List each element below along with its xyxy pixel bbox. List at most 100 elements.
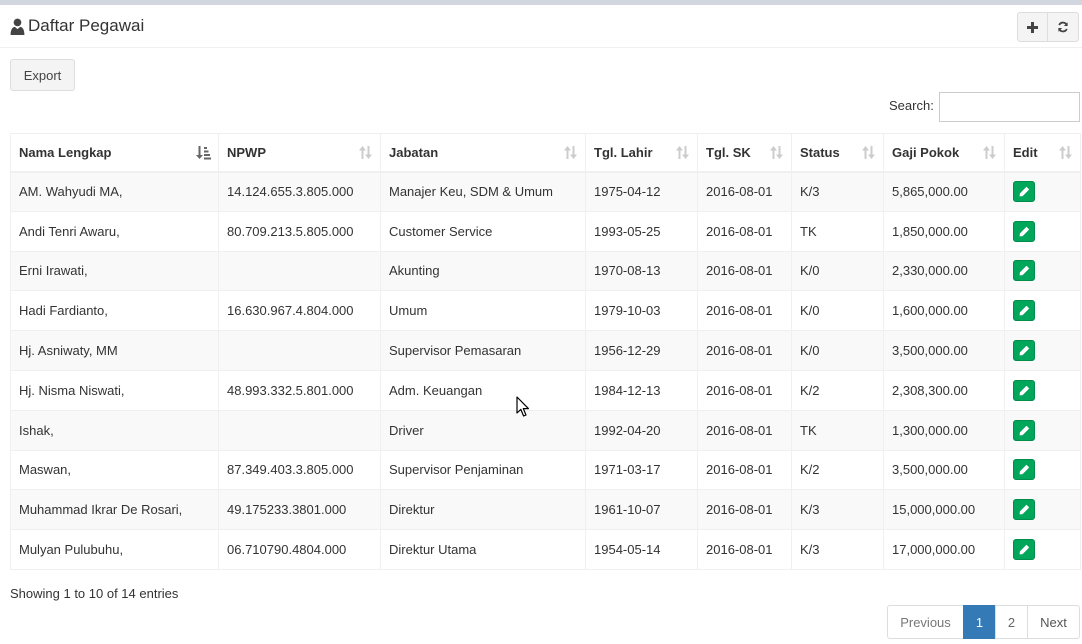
previous-button[interactable]: Previous (887, 605, 964, 639)
table-cell: Driver (380, 409, 586, 451)
table-cell: 1970-08-13 (585, 250, 698, 292)
sort-icon (359, 146, 372, 159)
table-cell-edit (1004, 250, 1081, 292)
table-cell: Supervisor Penjaminan (380, 449, 586, 491)
page-title: Daftar Pegawai (28, 16, 145, 35)
page-1-button[interactable]: 1 (963, 605, 996, 639)
sort-icon (862, 146, 875, 159)
table-cell: 2,330,000.00 (883, 250, 1005, 292)
table-cell-edit (1004, 210, 1081, 252)
table-cell: Customer Service (380, 210, 586, 252)
column-header-status[interactable]: Status (791, 133, 884, 173)
table-cell: TK (791, 210, 884, 252)
edit-button[interactable] (1013, 379, 1035, 401)
table-cell-edit (1004, 529, 1081, 570)
table-cell: 2016-08-01 (697, 409, 792, 451)
table-cell: 2016-08-01 (697, 449, 792, 491)
table-row: Maswan, 87.349.403.3.805.000 Supervisor Pe… (10, 449, 1081, 491)
table-row: Hj. Nisma Niswati, 48.993.332.5.801.000 Ad… (10, 369, 1081, 411)
table-cell: Maswan, (10, 449, 219, 491)
table-cell: K/3 (791, 529, 884, 570)
table-cell: 1,850,000.00 (883, 210, 1005, 252)
edit-button[interactable] (1013, 459, 1035, 481)
table-row: Hj. Asniwaty, MM Supervisor Pemasaran 1956… (10, 330, 1081, 371)
sort-icon (770, 146, 783, 159)
table-cell: 1954-05-14 (585, 529, 698, 570)
column-header-label: Tgl. Lahir (594, 144, 653, 160)
table-cell (218, 330, 381, 371)
table-cell-edit (1004, 290, 1081, 332)
column-header-jabatan[interactable]: Jabatan (380, 133, 586, 173)
box-header: Daftar Pegawai (0, 5, 1082, 48)
table-info: Showing 1 to 10 of 14 entries (10, 586, 179, 601)
table-row: Mulyan Pulubuhu, 06.710790.4804.000 Direkt… (10, 529, 1081, 570)
table-cell: 16.630.967.4.804.000 (218, 290, 381, 332)
mouse-cursor-icon (516, 396, 529, 417)
edit-button[interactable] (1013, 539, 1035, 561)
table-cell: 2,308,300.00 (883, 369, 1005, 411)
table-cell: Supervisor Pemasaran (380, 330, 586, 371)
edit-button[interactable] (1013, 300, 1035, 322)
edit-button[interactable] (1013, 340, 1035, 362)
table-header-row: Nama Lengkap NPWP Jabatan Tgl. Lahir Tgl. SK… (10, 133, 1081, 173)
table-cell: 1979-10-03 (585, 290, 698, 332)
next-button[interactable]: Next (1027, 605, 1080, 639)
page-2-button[interactable]: 2 (995, 605, 1028, 639)
table-cell: Akunting (380, 250, 586, 292)
column-header-label: NPWP (227, 144, 266, 160)
edit-button[interactable] (1013, 181, 1035, 203)
sort-icon (1059, 146, 1072, 159)
table-cell-edit (1004, 171, 1081, 212)
pencil-icon (1019, 345, 1029, 356)
table-row: Andi Tenri Awaru, 80.709.213.5.805.000 Cus… (10, 210, 1081, 252)
table-cell: 2016-08-01 (697, 529, 792, 570)
column-header-nama-lengkap[interactable]: Nama Lengkap (10, 133, 219, 173)
table-cell: Andi Tenri Awaru, (10, 210, 219, 252)
column-header-label: Tgl. SK (706, 144, 751, 160)
table-cell: 17,000,000.00 (883, 529, 1005, 570)
table-cell: AM. Wahyudi MA, (10, 171, 219, 212)
column-header-gaji-pokok[interactable]: Gaji Pokok (883, 133, 1005, 173)
add-button[interactable] (1017, 12, 1048, 42)
table-cell (218, 409, 381, 451)
table-cell: Direktur Utama (380, 529, 586, 570)
table-cell: Manajer Keu, SDM & Umum (380, 171, 586, 212)
table-cell: 2016-08-01 (697, 171, 792, 212)
table-cell: 1993-05-25 (585, 210, 698, 252)
table-cell-edit (1004, 369, 1081, 411)
table-row: Muhammad Ikrar De Rosari, 49.175233.3801.… (10, 489, 1081, 531)
pencil-icon (1019, 425, 1029, 436)
table-cell: 1956-12-29 (585, 330, 698, 371)
pencil-icon (1019, 385, 1029, 396)
edit-button[interactable] (1013, 419, 1035, 441)
edit-button[interactable] (1013, 499, 1035, 521)
edit-button[interactable] (1013, 220, 1035, 242)
column-header-label: Nama Lengkap (19, 144, 112, 160)
column-header-label: Jabatan (389, 144, 439, 160)
box-tools (1017, 12, 1079, 42)
plus-icon (1027, 21, 1038, 33)
table-cell: 1,300,000.00 (883, 409, 1005, 451)
pencil-icon (1019, 186, 1029, 197)
table-cell: 2016-08-01 (697, 210, 792, 252)
column-header-tgl-lahir[interactable]: Tgl. Lahir (585, 133, 698, 173)
sort-icon (676, 146, 689, 159)
column-header-label: Gaji Pokok (892, 144, 960, 160)
pencil-icon (1019, 266, 1029, 276)
table-cell: 14.124.655.3.805.000 (218, 171, 381, 212)
table-cell: Umum (380, 290, 586, 332)
search-input[interactable] (939, 92, 1080, 122)
table-cell: Hj. Asniwaty, MM (10, 330, 219, 371)
table-cell: K/3 (791, 171, 884, 212)
sort-asc-icon (196, 146, 211, 160)
column-header-tgl-sk[interactable]: Tgl. SK (697, 133, 792, 173)
table-cell-edit (1004, 489, 1081, 531)
refresh-button[interactable] (1048, 12, 1079, 42)
table-cell: 3,500,000.00 (883, 330, 1005, 371)
table-cell: 87.349.403.3.805.000 (218, 449, 381, 491)
column-header-npwp[interactable]: NPWP (218, 133, 381, 173)
sort-icon (983, 146, 996, 159)
export-button[interactable]: Export (10, 59, 75, 91)
edit-button[interactable] (1013, 260, 1035, 282)
column-header-edit[interactable]: Edit (1004, 133, 1081, 173)
